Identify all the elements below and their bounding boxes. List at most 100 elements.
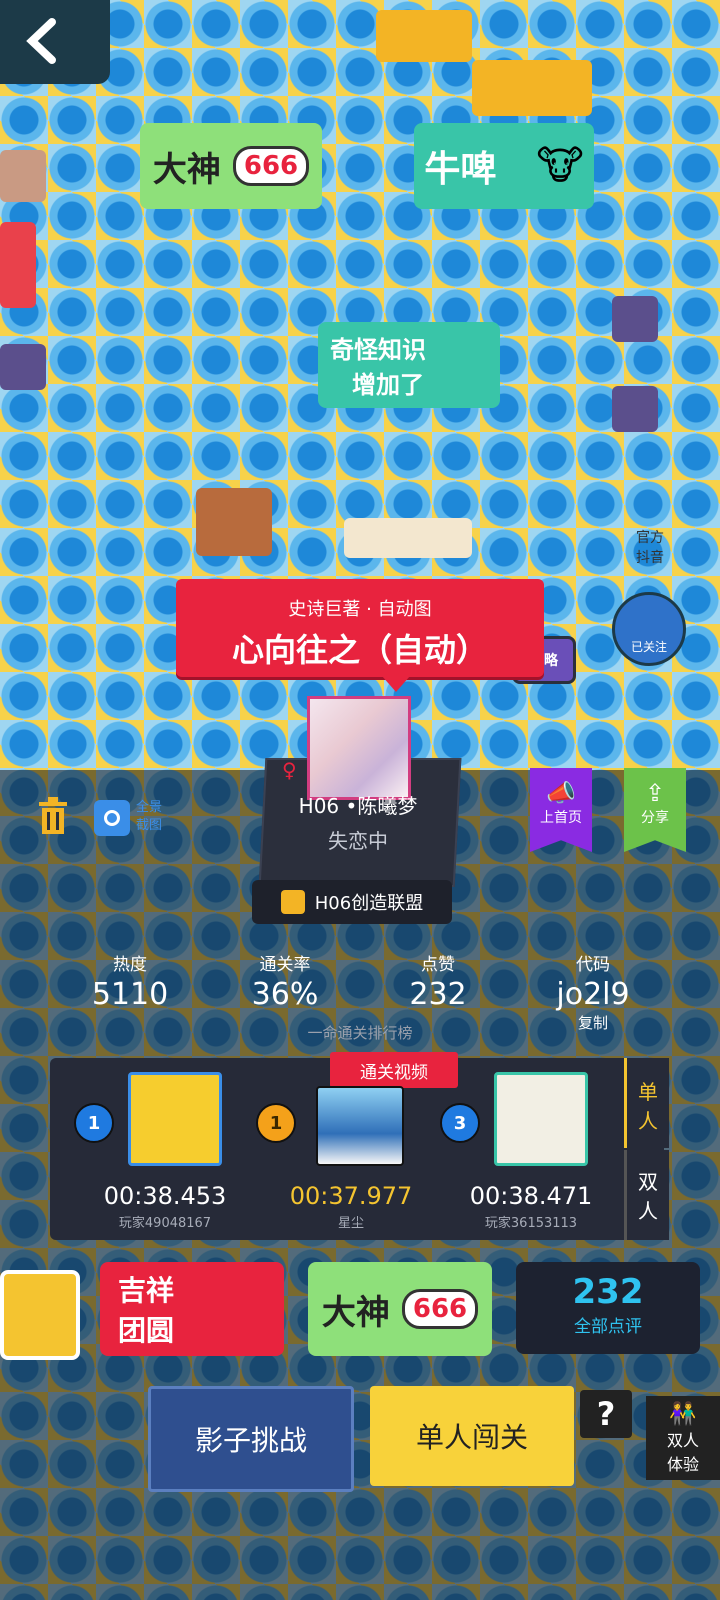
sticker-dashen-666: 大神 666 — [140, 123, 322, 209]
duo-experience-button[interactable]: 👫 双人 体验 — [646, 1396, 720, 1480]
help-icon: ? — [596, 1395, 616, 1433]
level-title-card: 史诗巨著 · 自动图 心向往之（自动） — [176, 579, 544, 677]
stat-code[interactable]: 代码 jo2l9 复制 — [548, 950, 638, 1033]
sticker-text-line1: 吉祥 — [118, 1274, 175, 1307]
stat-code-label: 代码 — [576, 955, 610, 975]
rank-1-entry[interactable]: 00:37.977 星尘 — [286, 1182, 416, 1231]
sticker-text-line2: 团圆 — [118, 1314, 175, 1347]
share-label: 分享 — [641, 810, 669, 826]
screenshot-label-line2: 截图 — [136, 818, 163, 833]
panorama-screenshot-button[interactable]: 全景 截图 — [94, 796, 174, 840]
tab-double-line2: 人 — [638, 1199, 658, 1223]
title-card-pointer — [382, 676, 410, 692]
shadow-challenge-label: 影子挑战 — [194, 1424, 307, 1457]
map-block — [196, 488, 272, 556]
rank-3-avatar[interactable] — [494, 1072, 588, 1166]
map-block — [0, 222, 36, 308]
rank-2-player: 玩家49048167 — [118, 1216, 212, 1231]
stat-clear-rate: 通关率 36% — [240, 950, 330, 1012]
leaderboard-title: 一命通关排行榜 — [307, 1024, 413, 1042]
map-block — [612, 296, 658, 342]
bull-icon: 🐮 — [536, 143, 584, 189]
map-block — [612, 386, 658, 432]
video-tag[interactable]: 通关视频 — [330, 1052, 458, 1088]
duo-label-line1: 双人 — [666, 1431, 699, 1450]
tab-double[interactable]: 双 人 — [624, 1150, 669, 1240]
shadow-challenge-button[interactable]: 影子挑战 — [148, 1386, 354, 1492]
rank-3-number: 3 — [453, 1112, 467, 1134]
map-block — [344, 518, 472, 558]
rank-1-time: 00:37.977 — [289, 1182, 413, 1210]
rank-2-entry[interactable]: 00:38.453 玩家49048167 — [100, 1182, 230, 1231]
official-label-line2: 抖音 — [636, 550, 664, 566]
level-title: 心向往之（自动） — [231, 631, 488, 669]
stat-heat-value: 5110 — [91, 977, 169, 1012]
rank-2-avatar[interactable] — [128, 1072, 222, 1166]
rank-2-badge: 1 — [74, 1103, 114, 1143]
author-card[interactable]: ♀ H06 •陈曦梦 失恋中 — [262, 758, 454, 883]
tab-double-line1: 双 — [638, 1170, 658, 1194]
duo-label-line2: 体验 — [666, 1455, 699, 1474]
guild-icon — [280, 890, 305, 914]
help-button[interactable]: ? — [580, 1390, 632, 1438]
tab-single-line2: 人 — [638, 1109, 658, 1133]
stat-heat: 热度 5110 — [90, 950, 170, 1012]
rank-3-time: 00:38.471 — [469, 1182, 593, 1210]
solo-play-button[interactable]: 单人闯关 — [370, 1386, 574, 1486]
sticker-jixiang-tuanyuan: 吉祥 团圆 — [100, 1262, 284, 1356]
stat-likes-label: 点赞 — [421, 955, 455, 975]
tab-single-line1: 单 — [638, 1080, 658, 1104]
followed-label: 已关注 — [630, 640, 667, 654]
rank-1-badge: 1 — [256, 1103, 296, 1143]
stat-clear-value: 36% — [251, 977, 319, 1012]
duo-icon: 👫 — [669, 1402, 697, 1427]
left-edge-tag — [0, 1270, 80, 1360]
author-status: 失恋中 — [328, 829, 388, 853]
stat-likes: 点赞 232 — [398, 950, 478, 1012]
sticker-number: 666 — [232, 146, 310, 186]
sticker-text: 大神 — [321, 1292, 390, 1333]
share-button[interactable]: ⇪ 分享 — [624, 768, 686, 852]
official-label-line1: 官方 — [636, 530, 664, 546]
promote-label: 上首页 — [540, 810, 582, 826]
official-douyin-button[interactable]: 官方 抖音 — [622, 526, 678, 568]
review-label: 全部点评 — [574, 1317, 642, 1337]
back-button[interactable] — [0, 0, 110, 84]
sticker-text: 牛啤 — [424, 149, 497, 190]
map-block — [472, 60, 592, 116]
rank-1-avatar[interactable] — [316, 1086, 404, 1166]
review-count: 232 — [572, 1272, 644, 1312]
stat-heat-label: 热度 — [113, 955, 147, 975]
sticker-dashen-666-bottom: 大神 666 — [308, 1262, 492, 1356]
all-reviews-button[interactable]: 232 全部点评 — [516, 1262, 700, 1354]
screenshot-label-line1: 全景 — [136, 800, 163, 815]
rank-3-entry[interactable]: 00:38.471 玩家36153113 — [466, 1182, 596, 1231]
trash-icon[interactable] — [36, 796, 70, 836]
rank-1-player: 星尘 — [337, 1216, 364, 1231]
stat-code-value: jo2l9 — [556, 977, 630, 1012]
map-block — [0, 344, 46, 390]
guild-tag[interactable]: H06创造联盟 — [252, 880, 452, 924]
map-block — [376, 10, 472, 62]
rank-3-badge: 3 — [440, 1103, 480, 1143]
female-icon: ♀ — [282, 758, 297, 782]
sticker-text-line1: 奇怪知识 — [330, 336, 426, 364]
followed-badge[interactable]: 已关注 — [612, 592, 686, 666]
video-tag-label: 通关视频 — [360, 1062, 428, 1083]
back-arrow-icon — [26, 18, 56, 64]
share-icon: ⇪ — [644, 779, 666, 807]
tab-single[interactable]: 单 人 — [624, 1058, 669, 1148]
map-block — [0, 150, 46, 202]
sticker-beer: 牛啤 🐮 — [414, 123, 594, 209]
sticker-text-line2: 增加了 — [352, 371, 424, 399]
rank-2-time: 00:38.453 — [103, 1182, 227, 1210]
sticker-weird-knowledge: 奇怪知识 增加了 — [318, 322, 500, 408]
author-name: H06 •陈曦梦 — [298, 794, 418, 818]
camera-icon — [94, 800, 130, 836]
solo-play-label: 单人闯关 — [415, 1421, 528, 1454]
sticker-number: 666 — [401, 1289, 479, 1329]
promote-button[interactable]: 📣 上首页 — [530, 768, 592, 852]
rank-3-player: 玩家36153113 — [484, 1216, 578, 1231]
megaphone-icon: 📣 — [546, 779, 576, 807]
rank-1-number: 1 — [269, 1112, 283, 1134]
